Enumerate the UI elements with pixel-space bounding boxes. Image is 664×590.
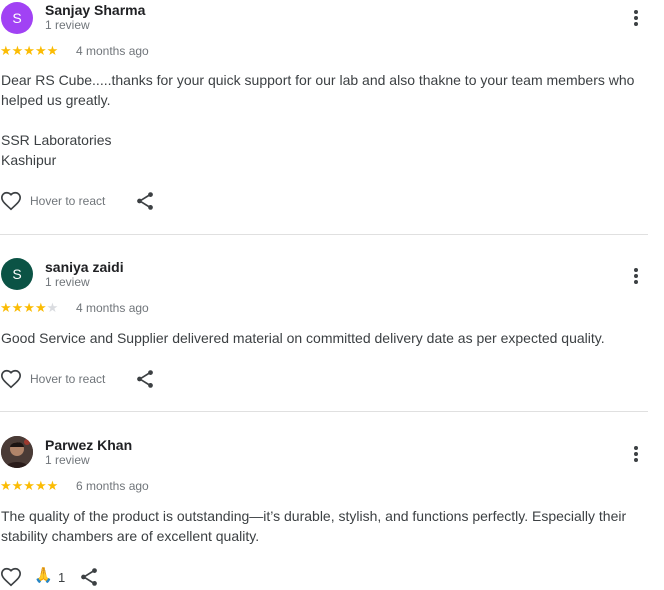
more-options-icon[interactable]	[630, 8, 642, 28]
review-date: 6 months ago	[76, 479, 149, 493]
review-count: 1 review	[45, 453, 90, 467]
heart-icon[interactable]	[0, 566, 22, 588]
star-rating: ★★★★★	[0, 478, 59, 493]
review-text: Dear RS Cube.....thanks for your quick s…	[1, 72, 635, 168]
star-rating: ★★★★★	[0, 300, 59, 315]
review-card: S Sanjay Sharma 1 review ★★★★★ 4 months …	[0, 0, 664, 232]
avatar[interactable]	[1, 436, 33, 468]
divider	[0, 234, 648, 235]
divider	[0, 411, 648, 412]
more-options-icon[interactable]	[630, 266, 642, 286]
avatar[interactable]: S	[1, 258, 33, 290]
folded-hands-reaction-icon[interactable]: 🙏	[34, 566, 53, 584]
review-author[interactable]: Sanjay Sharma	[45, 2, 145, 18]
review-date: 4 months ago	[76, 44, 149, 58]
review-card: Parwez Khan 1 review ★★★★★ 6 months ago …	[0, 436, 664, 588]
react-label[interactable]: Hover to react	[30, 194, 105, 208]
review-author[interactable]: saniya zaidi	[45, 259, 124, 275]
review-text: The quality of the product is outstandin…	[1, 508, 627, 544]
review-card: S saniya zaidi 1 review ★★★★★ 4 months a…	[0, 258, 664, 408]
avatar-photo	[1, 436, 33, 468]
share-icon[interactable]	[134, 190, 156, 212]
share-icon[interactable]	[134, 368, 156, 390]
review-date: 4 months ago	[76, 301, 149, 315]
review-text: Good Service and Supplier delivered mate…	[1, 330, 605, 346]
heart-icon[interactable]	[0, 190, 22, 212]
star-rating: ★★★★★	[0, 43, 59, 58]
review-author[interactable]: Parwez Khan	[45, 437, 132, 453]
react-label[interactable]: Hover to react	[30, 372, 105, 386]
review-count: 1 review	[45, 18, 90, 32]
reaction-count: 1	[58, 570, 66, 585]
more-options-icon[interactable]	[630, 444, 642, 464]
avatar[interactable]: S	[1, 2, 33, 34]
review-count: 1 review	[45, 275, 90, 289]
heart-icon[interactable]	[0, 368, 22, 390]
share-icon[interactable]	[78, 566, 100, 588]
